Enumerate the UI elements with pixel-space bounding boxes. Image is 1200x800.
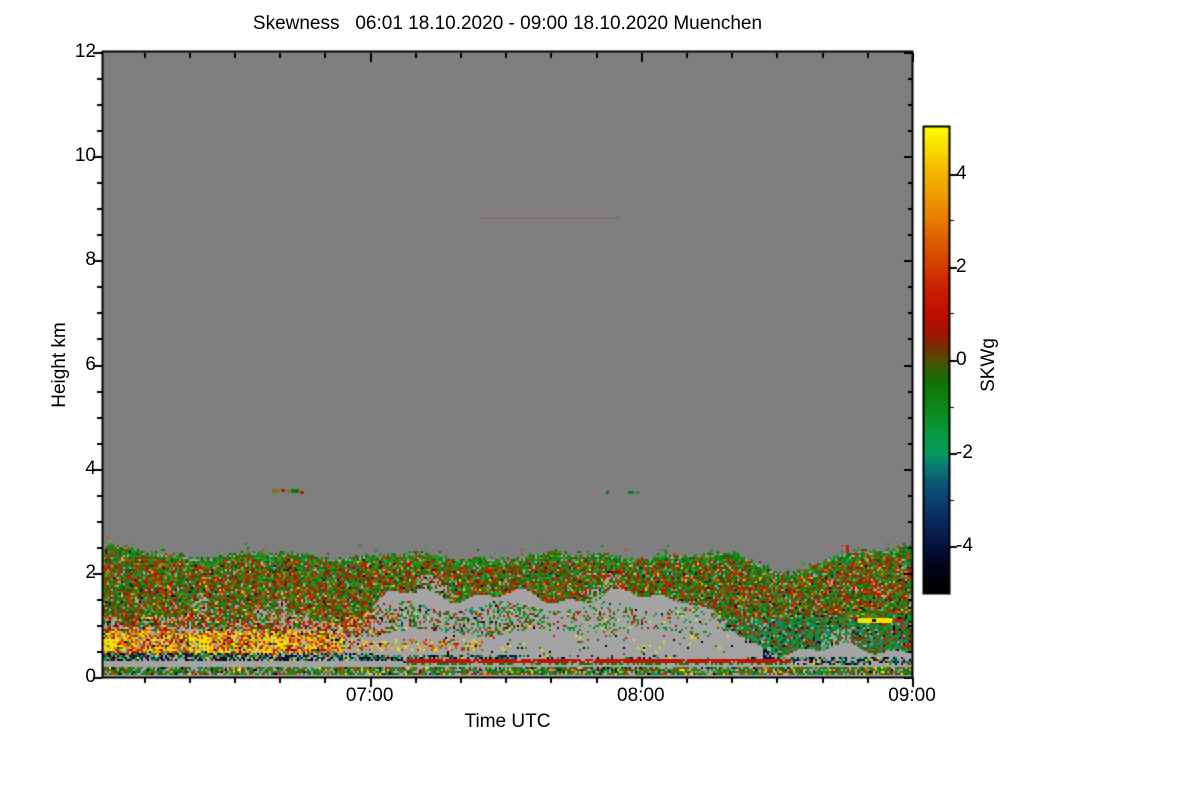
- y-tick-label: 6: [85, 353, 96, 375]
- x-tick-label: 09:00: [888, 685, 936, 706]
- chart-title: Skewness 06:01 18.10.2020 - 09:00 18.10.…: [252, 13, 763, 34]
- x-tick-label: 07:00: [345, 685, 394, 706]
- chart-figure: Skewness 06:01 18.10.2020 - 09:00 18.10.…: [0, 0, 1200, 800]
- y-tick-label: 10: [74, 145, 96, 167]
- y-tick-label: 8: [85, 249, 96, 271]
- y-tick-label: 0: [85, 666, 96, 687]
- colorbar-tick-label: 0: [956, 349, 967, 370]
- y-tick-label: 4: [85, 457, 96, 479]
- x-axis-label: Time UTC: [464, 711, 551, 732]
- colorbar-tick-label: 2: [956, 255, 967, 277]
- skewness-heatmap-canvas: [0, 0, 1200, 800]
- colorbar-tick-label: 4: [956, 162, 967, 184]
- colorbar-tick-label: -4: [956, 535, 973, 557]
- colorbar-tick-label: -2: [956, 442, 973, 464]
- x-tick-label: 08:00: [617, 685, 665, 706]
- y-tick-label: 12: [74, 41, 96, 62]
- y-tick-label: 2: [85, 561, 96, 583]
